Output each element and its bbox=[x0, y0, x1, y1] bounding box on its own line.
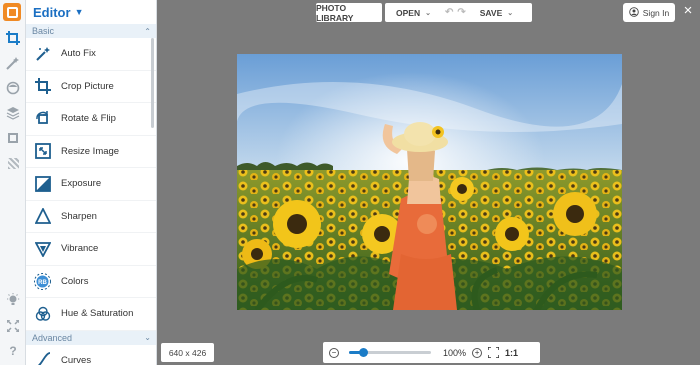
crop-icon[interactable] bbox=[4, 29, 22, 47]
tool-label: Vibrance bbox=[61, 243, 99, 255]
fit-screen-icon[interactable] bbox=[488, 347, 500, 358]
panel-scrollbar[interactable] bbox=[151, 38, 154, 128]
svg-text:RB: RB bbox=[38, 280, 47, 286]
fullscreen-icon[interactable] bbox=[4, 317, 22, 335]
tool-label: Rotate & Flip bbox=[61, 113, 116, 125]
tool-colors[interactable]: RB Colors bbox=[26, 266, 156, 298]
tool-label: Auto Fix bbox=[61, 48, 96, 60]
tool-label: Resize Image bbox=[61, 145, 120, 157]
layers-icon[interactable] bbox=[4, 104, 22, 122]
tool-label: Hue & Saturation bbox=[61, 308, 134, 320]
image-size-badge: 640 x 426 bbox=[161, 343, 214, 362]
help-icon[interactable]: ? bbox=[4, 342, 22, 360]
actual-size-button[interactable]: 1:1 bbox=[505, 348, 518, 358]
sharpen-icon bbox=[34, 208, 51, 225]
chevron-down-icon: ⌄ bbox=[425, 9, 431, 17]
resize-icon bbox=[34, 143, 51, 160]
zoom-out-icon[interactable]: − bbox=[329, 347, 339, 358]
tool-label: Colors bbox=[61, 275, 89, 287]
light-bulb-icon[interactable] bbox=[4, 291, 22, 309]
chevron-down-icon: ⌄ bbox=[144, 333, 151, 342]
sign-in-label: Sign In bbox=[642, 7, 670, 18]
editor-panel: Editor ▼ Basic ⌃ Auto Fix Crop Picture R… bbox=[26, 0, 157, 365]
face-icon[interactable] bbox=[4, 79, 22, 97]
section-advanced-label: Advanced bbox=[32, 332, 73, 343]
user-icon bbox=[629, 6, 639, 19]
open-label: OPEN bbox=[396, 7, 421, 18]
section-basic-label: Basic bbox=[32, 26, 55, 36]
photo-library-label: PHOTO LIBRARY bbox=[316, 2, 354, 23]
tool-rail: ? bbox=[0, 0, 26, 365]
tool-label: Curves bbox=[61, 354, 92, 365]
vibrance-icon bbox=[34, 240, 51, 257]
tool-sharpen[interactable]: Sharpen bbox=[26, 201, 156, 233]
file-toolbar: OPEN ⌄ ↶ ↷ SAVE ⌄ bbox=[385, 3, 532, 22]
hue-icon bbox=[34, 305, 51, 322]
section-basic[interactable]: Basic ⌃ bbox=[26, 24, 156, 38]
save-button[interactable]: SAVE ⌄ bbox=[480, 8, 513, 18]
zoom-slider[interactable] bbox=[349, 348, 431, 357]
exposure-icon bbox=[34, 175, 51, 192]
tool-resize-image[interactable]: Resize Image bbox=[26, 136, 156, 168]
tool-rotate-flip[interactable]: Rotate & Flip bbox=[26, 103, 156, 136]
zoom-toolbar: − 100% + 1:1 bbox=[323, 342, 540, 363]
crop-icon bbox=[34, 78, 51, 95]
tool-label: Exposure bbox=[61, 178, 102, 190]
section-advanced[interactable]: Advanced ⌄ bbox=[26, 330, 156, 345]
tool-auto-fix[interactable]: Auto Fix bbox=[26, 38, 156, 71]
image-size-label: 640 x 426 bbox=[168, 347, 207, 358]
tool-curves[interactable]: Curves bbox=[26, 345, 156, 365]
tool-label: Sharpen bbox=[61, 210, 97, 222]
magic-wand-icon[interactable] bbox=[4, 54, 22, 72]
close-icon[interactable]: × bbox=[681, 3, 695, 18]
chevron-up-icon: ⌃ bbox=[144, 26, 151, 36]
open-button[interactable]: OPEN ⌄ bbox=[396, 8, 431, 18]
chevron-down-icon: ▼ bbox=[74, 7, 84, 17]
tool-crop-picture[interactable]: Crop Picture bbox=[26, 71, 156, 103]
save-label: SAVE bbox=[479, 7, 503, 18]
zoom-in-icon[interactable]: + bbox=[472, 347, 483, 358]
magic-wand-icon bbox=[34, 45, 51, 62]
rotate-icon bbox=[34, 110, 51, 127]
texture-icon[interactable] bbox=[4, 154, 22, 172]
frame-icon[interactable] bbox=[4, 129, 22, 147]
canvas-image[interactable] bbox=[237, 54, 622, 310]
tool-vibrance[interactable]: Vibrance bbox=[26, 233, 156, 266]
tool-label: Crop Picture bbox=[61, 80, 114, 92]
chevron-down-icon: ⌄ bbox=[507, 9, 514, 17]
redo-icon[interactable]: ↷ bbox=[457, 7, 465, 18]
sign-in-button[interactable]: Sign In bbox=[623, 3, 675, 22]
zoom-level: 100% bbox=[443, 347, 467, 358]
colors-icon: RB bbox=[34, 272, 51, 290]
tool-exposure[interactable]: Exposure bbox=[26, 168, 156, 201]
logo-icon[interactable] bbox=[3, 3, 21, 21]
photo-scene bbox=[237, 54, 622, 310]
panel-title: Editor bbox=[33, 4, 71, 20]
tool-hue-saturation[interactable]: Hue & Saturation bbox=[26, 298, 156, 331]
zoom-slider-handle[interactable] bbox=[359, 348, 369, 357]
undo-icon[interactable]: ↶ bbox=[445, 7, 453, 18]
editor-dropdown[interactable]: Editor ▼ bbox=[26, 0, 156, 24]
curves-icon bbox=[34, 352, 51, 365]
photo-library-button[interactable]: PHOTO LIBRARY bbox=[316, 2, 382, 23]
